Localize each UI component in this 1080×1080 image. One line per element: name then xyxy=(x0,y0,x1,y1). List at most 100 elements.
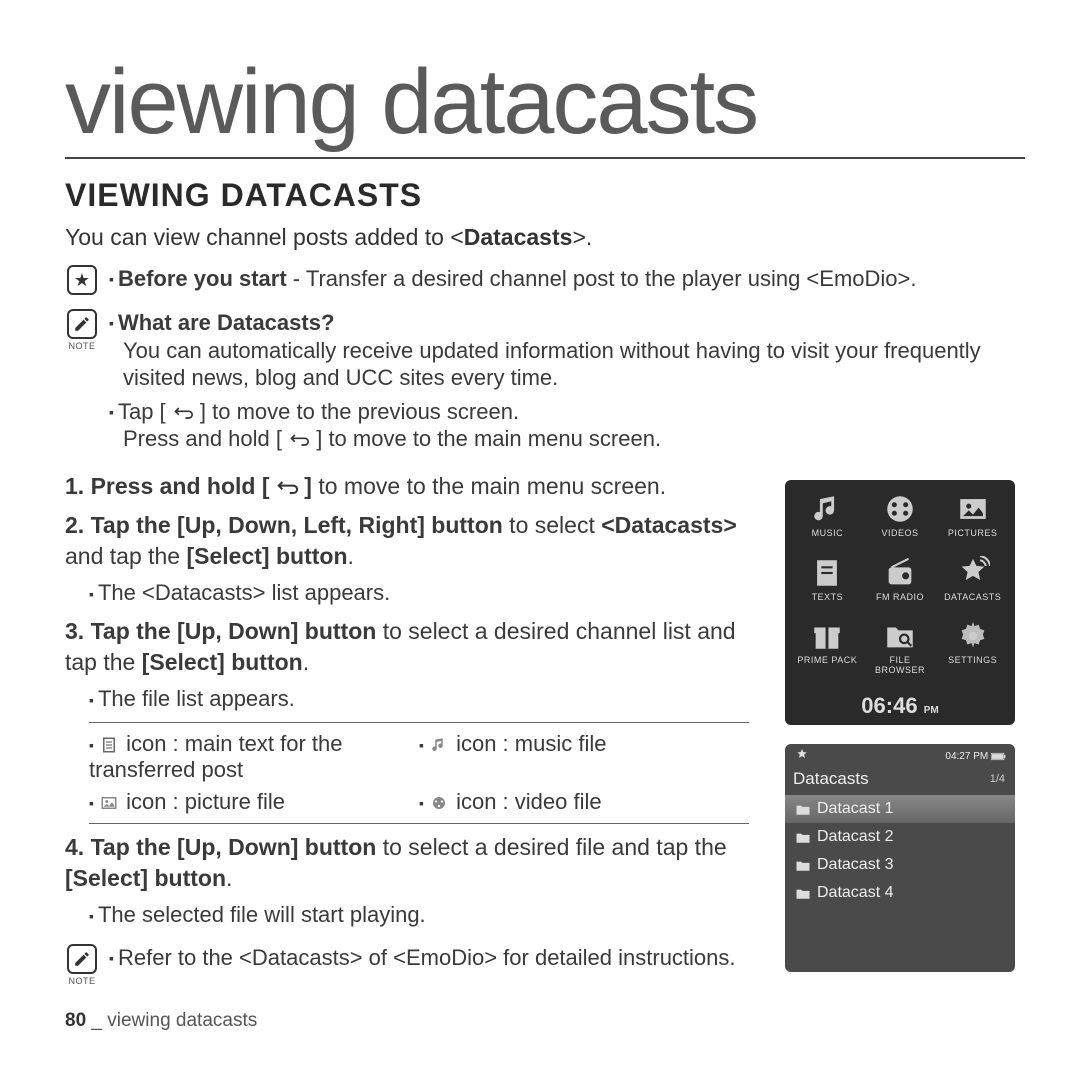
step-4-sub: ▪The selected file will start playing. xyxy=(89,902,749,928)
list-item: Datacast 2 xyxy=(785,823,1015,851)
pencil-icon xyxy=(67,309,97,339)
section-title: VIEWING DATACASTS xyxy=(65,177,1025,214)
list-item: Datacast 1 xyxy=(785,795,1015,823)
folder-icon xyxy=(795,831,811,844)
folder-icon xyxy=(795,887,811,900)
picture-icon xyxy=(98,793,120,813)
note-before-start: ★ ▪Before you start - Transfer a desired… xyxy=(65,265,1025,295)
film-icon xyxy=(428,793,450,813)
refer-text: Refer to the <Datacasts> of <EmoDio> for… xyxy=(118,945,736,970)
menu-primepack: PRIME PACK xyxy=(793,619,862,687)
legend-picture: icon : picture file xyxy=(120,789,285,814)
pencil-icon xyxy=(67,944,97,974)
legend-text: icon : main text for the transferred pos… xyxy=(89,731,343,782)
time-ampm: PM xyxy=(924,705,939,716)
step-3: 3. Tap the [Up, Down] button to select a… xyxy=(65,616,755,678)
s4a: 4. Tap the xyxy=(65,834,177,860)
back-icon xyxy=(276,478,298,496)
menu-label: MUSIC xyxy=(812,528,844,538)
list-item: Datacast 4 xyxy=(785,879,1015,907)
document-icon xyxy=(98,735,120,755)
s3-bold2: [Select] button xyxy=(142,649,303,675)
list-title-row: Datacasts 1/4 xyxy=(785,765,1015,795)
status-time: 04:27 PM xyxy=(945,751,988,762)
menu-label: TEXTS xyxy=(812,592,844,602)
s2b: to select xyxy=(503,512,601,538)
icon-legend: ▪ icon : main text for the transferred p… xyxy=(89,731,749,815)
menu-label: FILE BROWSER xyxy=(866,655,935,675)
back-icon xyxy=(172,404,194,422)
folder-icon xyxy=(795,803,811,816)
device-menu-screenshot: MUSIC VIDEOS PICTURES TEXTS FM RADIO DAT… xyxy=(785,480,1015,725)
s4-bold1: [Up, Down] button xyxy=(177,834,376,860)
menu-settings: SETTINGS xyxy=(938,619,1007,687)
s4b: to select a desired file and tap the xyxy=(376,834,726,860)
page-number: 80 xyxy=(65,1010,86,1031)
before-start-bold: Before you start xyxy=(118,266,287,291)
before-start-text: - Transfer a desired channel post to the… xyxy=(287,266,917,291)
s2a: 2. Tap the xyxy=(65,512,177,538)
row-label: Datacast 1 xyxy=(817,800,893,818)
s3sub: The file list appears. xyxy=(98,686,295,711)
hold-pre: Press and hold [ xyxy=(123,426,288,451)
row-label: Datacast 3 xyxy=(817,856,893,874)
menu-music: MUSIC xyxy=(793,492,862,550)
music-note-icon xyxy=(428,735,450,755)
note-what-are: NOTE ▪What are Datacasts? You can automa… xyxy=(65,309,1025,453)
s1-pre: 1. Press and hold xyxy=(65,473,262,499)
s1-close: ] xyxy=(298,473,312,499)
intro-bold: Datacasts xyxy=(464,224,573,250)
footer-title: viewing datacasts xyxy=(107,1010,257,1031)
step-2-sub: ▪The <Datacasts> list appears. xyxy=(89,580,749,606)
menu-datacasts: DATACASTS xyxy=(938,556,1007,614)
intro-text: You can view channel posts added to <Dat… xyxy=(65,224,1025,251)
menu-label: FM RADIO xyxy=(876,592,924,602)
menu-label: VIDEOS xyxy=(881,528,918,538)
back-icon xyxy=(288,431,310,449)
hold-post: ] to move to the main menu screen. xyxy=(310,426,661,451)
tap-pre: Tap [ xyxy=(118,399,172,424)
s4c: . xyxy=(226,865,232,891)
status-bar: 04:27 PM xyxy=(785,744,1015,765)
menu-label: PICTURES xyxy=(948,528,998,538)
note-label: NOTE xyxy=(68,341,95,351)
list-item: Datacast 3 xyxy=(785,851,1015,879)
s2-bold1: [Up, Down, Left, Right] button xyxy=(177,512,503,538)
s4sub: The selected file will start playing. xyxy=(98,902,426,927)
star-icon: ★ xyxy=(67,265,97,295)
intro-prefix: You can view channel posts added to < xyxy=(65,224,464,250)
intro-suffix: >. xyxy=(572,224,592,250)
tap-post: ] to move to the previous screen. xyxy=(194,399,519,424)
legend-video: icon : video file xyxy=(450,789,602,814)
list-count: 1/4 xyxy=(990,773,1005,785)
datacasts-star-icon xyxy=(793,748,811,765)
step-3-sub: ▪The file list appears. xyxy=(89,686,749,712)
device-list-screenshot: 04:27 PM Datacasts 1/4 Datacast 1 Dataca… xyxy=(785,744,1015,972)
s1-open: [ xyxy=(262,473,276,499)
page-footer: 80 _ viewing datacasts xyxy=(65,1010,257,1032)
menu-videos: VIDEOS xyxy=(866,492,935,550)
step-4: 4. Tap the [Up, Down] button to select a… xyxy=(65,832,755,894)
divider xyxy=(89,722,749,723)
what-body: You can automatically receive updated in… xyxy=(123,337,1025,392)
s2-bold3: [Select] button xyxy=(187,543,348,569)
legend-music: icon : music file xyxy=(450,731,607,756)
divider xyxy=(89,823,749,824)
list-title: Datacasts xyxy=(793,769,869,789)
s1-post: to move to the main menu screen. xyxy=(312,473,666,499)
s2-bold2: <Datacasts> xyxy=(601,512,737,538)
device-time: 06:46 PM xyxy=(793,693,1007,719)
s3a: 3. Tap the xyxy=(65,618,177,644)
note-label: NOTE xyxy=(68,976,95,986)
s2d: . xyxy=(348,543,354,569)
time-value: 06:46 xyxy=(861,693,917,718)
s3-bold1: [Up, Down] button xyxy=(177,618,376,644)
menu-texts: TEXTS xyxy=(793,556,862,614)
chapter-title: viewing datacasts xyxy=(65,50,1025,159)
step-2: 2. Tap the [Up, Down, Left, Right] butto… xyxy=(65,510,755,572)
menu-pictures: PICTURES xyxy=(938,492,1007,550)
folder-icon xyxy=(795,859,811,872)
menu-fmradio: FM RADIO xyxy=(866,556,935,614)
what-heading: What are Datacasts? xyxy=(118,310,334,335)
s2c: and tap the xyxy=(65,543,187,569)
